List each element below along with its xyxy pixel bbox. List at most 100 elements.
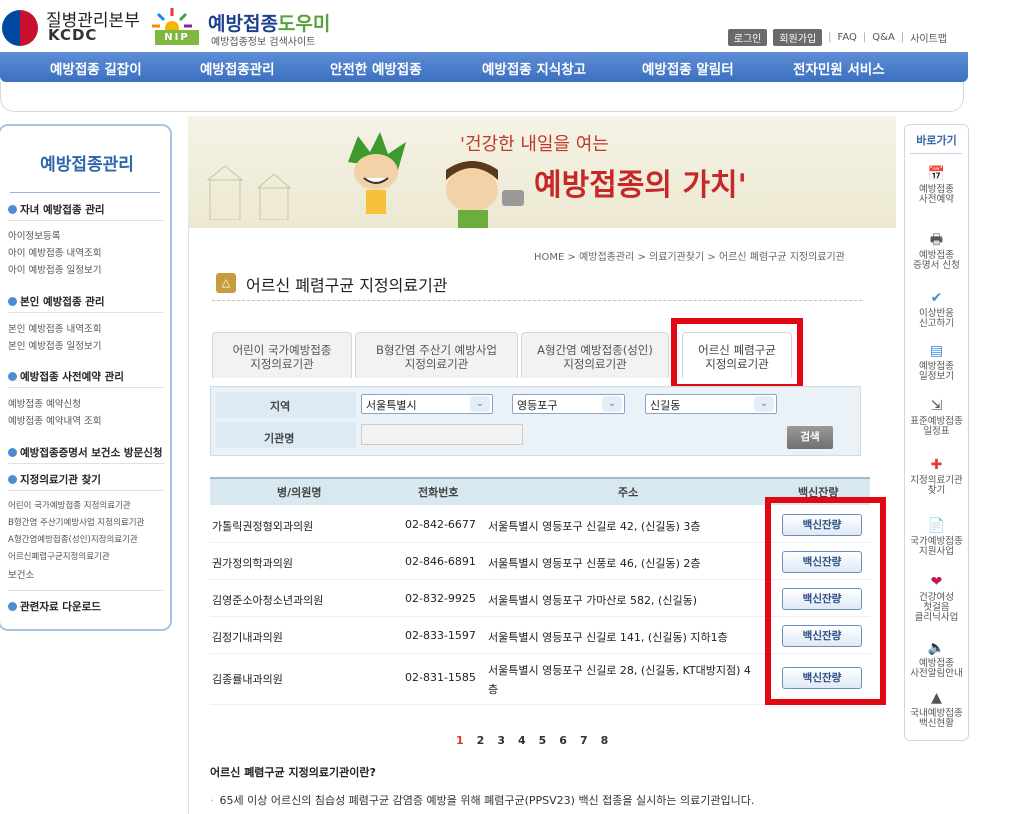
faq-link[interactable]: FAQ (838, 32, 857, 43)
clinic-name: 가톨릭권정형외과의원 (212, 520, 314, 533)
page-link[interactable]: 4 (518, 734, 526, 747)
org-name-en[interactable]: KCDC (48, 26, 97, 44)
site-title[interactable]: 예방접종도우미 (208, 9, 330, 36)
nav-item-knowledge[interactable]: 예방접종 지식창고 (482, 58, 586, 78)
document-icon: 📄 (927, 518, 946, 534)
page-link[interactable]: 6 (559, 734, 567, 747)
sidebar-head-child[interactable]: 자녀 예방접종 관리 (8, 202, 105, 217)
sidebar-head-label: 관련자료 다운로드 (20, 601, 101, 613)
kcdc-logo-icon[interactable] (2, 10, 38, 46)
divider (8, 387, 164, 388)
houses-illustration (206, 165, 292, 220)
quick-item-adverse-report[interactable]: ✔ 이상반응 신고하기 (904, 290, 969, 329)
site-title-accent: 도우미 (277, 13, 331, 35)
divider (10, 192, 160, 193)
sidebar-item-hepb-clinic[interactable]: B형간염 주산기예방사업 지정의료기관 (8, 516, 144, 528)
quick-item-notification[interactable]: 🔈 예방접종 사전알림안내 (904, 640, 969, 679)
sub-nav-bar (0, 82, 964, 112)
sidebar-item-hepa-clinic[interactable]: A형간염예방접종(성인)지정의료기관 (8, 533, 138, 545)
sidebar-item-child-clinic[interactable]: 어린이 국가예방접종 지정의료기관 (8, 499, 131, 511)
quick-label: 클리닉사업 (914, 612, 959, 623)
tab-label: A형간염 예방접종(성인) (537, 343, 653, 357)
quick-item-schedule[interactable]: ▤ 예방접종 일정보기 (904, 343, 969, 382)
title-icon: △ (216, 273, 236, 293)
nav-item-notice[interactable]: 예방접종 알림터 (642, 58, 734, 78)
sigungu-select[interactable]: 영등포구 ⌄ (512, 394, 625, 414)
quick-item-standard-schedule[interactable]: ⇲ 표준예방접종 일정표 (904, 398, 969, 437)
tab-hepb-clinic[interactable]: B형간염 주산기 예방사업 지정의료기관 (355, 332, 518, 378)
dong-select[interactable]: 신길동 ⌄ (645, 394, 777, 414)
quick-item-find-clinic[interactable]: ✚ 지정의료기관 찾기 (904, 457, 969, 496)
quick-label: 사전알림안내 (910, 668, 963, 679)
bullet-icon (8, 205, 17, 214)
clinic-address: 서울특별시 영등포구 가마산로 582, (신길동) (488, 594, 697, 607)
page-link[interactable]: 5 (539, 734, 547, 747)
chevron-down-icon: ⌄ (754, 396, 774, 412)
divider (8, 590, 164, 591)
page-link[interactable]: 8 (601, 734, 609, 747)
quick-item-vaccine-status[interactable]: ▲ 국내예방접종 백신현황 (904, 690, 969, 729)
nav-item-guide[interactable]: 예방접종 길잡이 (50, 58, 142, 78)
calendar-icon: 📅 (927, 166, 946, 182)
tab-child-clinic[interactable]: 어린이 국가예방접종 지정의료기관 (212, 332, 352, 378)
clinic-name-input[interactable] (361, 424, 523, 445)
page-link[interactable]: 7 (580, 734, 588, 747)
tab-hepa-clinic[interactable]: A형간염 예방접종(성인) 지정의료기관 (521, 332, 669, 378)
divider (8, 312, 164, 313)
select-value: 신길동 (650, 399, 681, 412)
sitemap-link[interactable]: 사이트맵 (910, 30, 947, 45)
sidebar-item-health-center[interactable]: 보건소 (8, 567, 34, 581)
sidebar-item-child-register[interactable]: 아이정보등록 (8, 228, 60, 242)
left-sidebar: 예방접종관리 자녀 예방접종 관리 아이정보등록 아이 예방접종 내역조회 아이… (0, 124, 172, 631)
site-title-main: 예방접종 (208, 13, 278, 35)
sidebar-head-find-clinic[interactable]: 지정의료기관 찾기 (8, 472, 101, 487)
sidebar-head-self[interactable]: 본인 예방접종 관리 (8, 294, 105, 309)
page-link[interactable]: 3 (497, 734, 505, 747)
quick-item-women-clinic[interactable]: ❤ 건강여성 첫걸음 클리닉사업 (904, 574, 969, 623)
nav-item-management[interactable]: 예방접종관리 (200, 58, 275, 78)
separator: | (862, 32, 867, 43)
bullet-icon (8, 475, 17, 484)
page-current[interactable]: 1 (456, 734, 464, 747)
quick-item-certificate[interactable]: 🖶 예방접종 증명서 신청 (904, 232, 969, 271)
sidebar-item-pneumo-clinic[interactable]: 어르신폐렴구균지정의료기관 (8, 550, 110, 562)
sidebar-head-label: 본인 예방접종 관리 (20, 296, 105, 308)
column-header-address: 주소 (618, 486, 639, 499)
clinic-address: 서울특별시 영등포구 신길로 42, (신길동) 3층 (488, 520, 701, 533)
nav-item-safety[interactable]: 안전한 예방접종 (330, 58, 422, 78)
clinic-address: 서울특별시 영등포구 신길로 141, (신길동) 지하1층 (488, 631, 728, 644)
nip-badge: NIP (155, 30, 199, 45)
info-title: 어르신 폐렴구균 지정의료기관이란? (210, 766, 376, 779)
search-button[interactable]: 검색 (787, 426, 833, 449)
tab-label: 어린이 국가예방접종 (232, 343, 332, 357)
sidebar-item-child-schedule[interactable]: 아이 예방접종 일정보기 (8, 262, 101, 276)
sidebar-item-self-history[interactable]: 본인 예방접종 내역조회 (8, 321, 101, 335)
sidebar-head-reservation[interactable]: 예방접종 사전예약 관리 (8, 369, 124, 384)
tab-label: 지정의료기관 (563, 357, 627, 371)
quick-label: 사전예약 (919, 194, 954, 205)
clinic-name: 김종률내과의원 (212, 673, 283, 686)
check-icon: ✔ (930, 290, 943, 306)
site-subtitle: 예방접종정보 검색사이트 (211, 37, 316, 48)
quick-menu-title: 바로가기 (916, 134, 957, 147)
printer-icon: 🖶 (929, 232, 944, 248)
vaccine-icon: ▲ (931, 690, 942, 706)
nav-item-civil-service[interactable]: 전자민원 서비스 (793, 58, 885, 78)
sidebar-head-certificate[interactable]: 예방접종증명서 보건소 방문신청 (8, 445, 163, 460)
login-button[interactable]: 로그인 (727, 29, 768, 46)
join-button[interactable]: 회원가입 (773, 29, 823, 46)
divider (910, 153, 962, 154)
sidebar-item-reserve-history[interactable]: 예방접종 예약내역 조회 (8, 413, 101, 427)
sidebar-item-reserve[interactable]: 예방접종 예약신청 (8, 396, 81, 410)
sidebar-head-downloads[interactable]: 관련자료 다운로드 (8, 599, 101, 614)
tab-label: 지정의료기관 (404, 357, 469, 371)
qna-link[interactable]: Q&A (872, 32, 895, 43)
sidebar-item-child-history[interactable]: 아이 예방접종 내역조회 (8, 245, 101, 259)
highlight-box-vaccine (765, 497, 886, 705)
quick-item-national-support[interactable]: 📄 국가예방접종 지원사업 (904, 518, 969, 557)
quick-item-reservation[interactable]: 📅 예방접종 사전예약 (904, 166, 969, 205)
page-link[interactable]: 2 (477, 734, 485, 747)
sido-select[interactable]: 서울특별시 ⌄ (361, 394, 493, 414)
banner-slogan-main: 예방접종의 가치' (534, 168, 747, 203)
sidebar-item-self-schedule[interactable]: 본인 예방접종 일정보기 (8, 338, 101, 352)
